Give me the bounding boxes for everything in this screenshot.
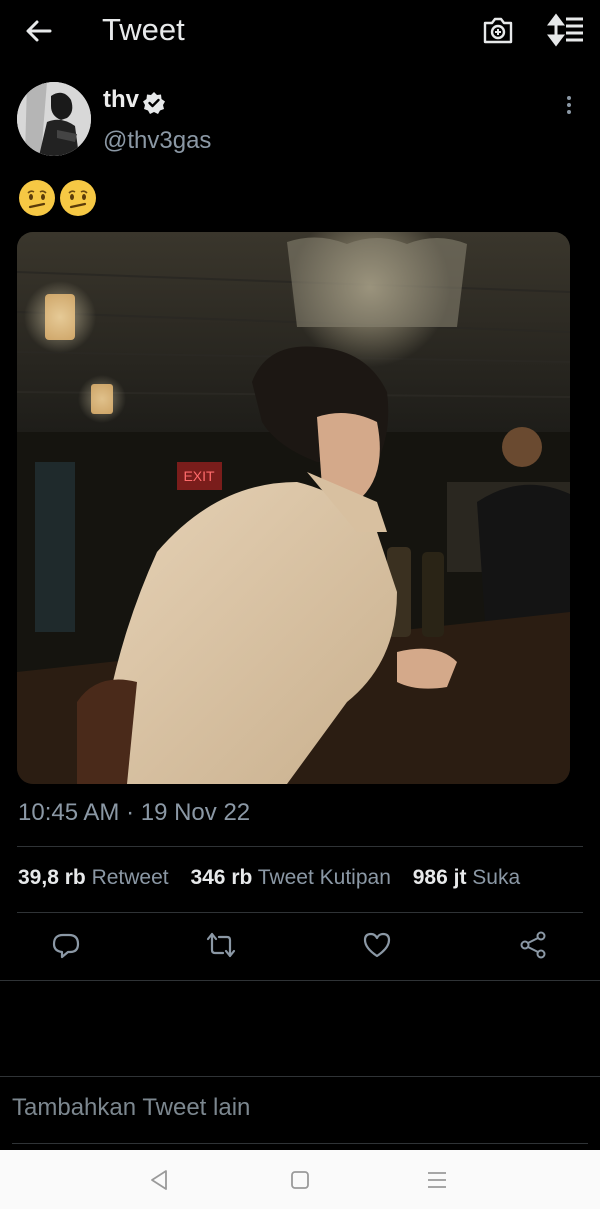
engagement-stats: 39,8 rb Retweet 346 rb Tweet Kutipan 986… (18, 866, 536, 890)
sort-icon[interactable] (546, 13, 586, 47)
like-count[interactable]: 986 jt Suka (413, 866, 520, 889)
avatar[interactable] (17, 82, 91, 156)
diagonal-mouth-face-emoji (19, 180, 55, 217)
like-count-value: 986 jt (412, 866, 467, 889)
quote-tweet-count-value: 346 rb (190, 866, 253, 889)
home-square-icon[interactable] (288, 1168, 312, 1192)
back-triangle-icon[interactable] (148, 1168, 172, 1192)
divider (0, 1076, 600, 1077)
like-count-label: Suka (472, 866, 521, 889)
share-icon[interactable] (519, 930, 549, 960)
back-arrow-icon[interactable] (22, 14, 56, 48)
verified-badge-icon (143, 92, 165, 114)
system-navigation-bar (0, 1150, 600, 1209)
page-title: Tweet (102, 12, 185, 47)
tweet-photo[interactable]: EXIT (17, 232, 570, 784)
author-name[interactable]: thv (103, 86, 139, 114)
divider (12, 1143, 588, 1144)
retweet-icon[interactable] (206, 930, 236, 960)
tweet-text (18, 176, 100, 217)
retweet-count-value: 39,8 rb (18, 866, 86, 889)
top-app-bar: Tweet (0, 0, 600, 62)
divider (17, 912, 583, 913)
divider (0, 980, 600, 981)
recents-menu-icon[interactable] (425, 1168, 449, 1192)
author-handle[interactable]: @thv3gas (103, 127, 211, 155)
retweet-count-label: Retweet (91, 866, 169, 889)
quote-tweet-count[interactable]: 346 rb Tweet Kutipan (190, 866, 390, 889)
add-tweet-input[interactable]: Tambahkan Tweet lain (12, 1094, 250, 1122)
more-options-icon[interactable] (557, 93, 581, 117)
like-icon[interactable] (362, 930, 392, 960)
diagonal-mouth-face-emoji (60, 180, 96, 217)
retweet-count[interactable]: 39,8 rb Retweet (18, 866, 169, 889)
divider (17, 846, 583, 847)
reply-icon[interactable] (51, 930, 81, 960)
camera-icon[interactable] (481, 13, 515, 47)
svg-text:EXIT: EXIT (183, 468, 215, 484)
quote-tweet-count-label: Tweet Kutipan (257, 866, 391, 889)
tweet-timestamp: 10:45 AM · 19 Nov 22 (18, 799, 251, 826)
